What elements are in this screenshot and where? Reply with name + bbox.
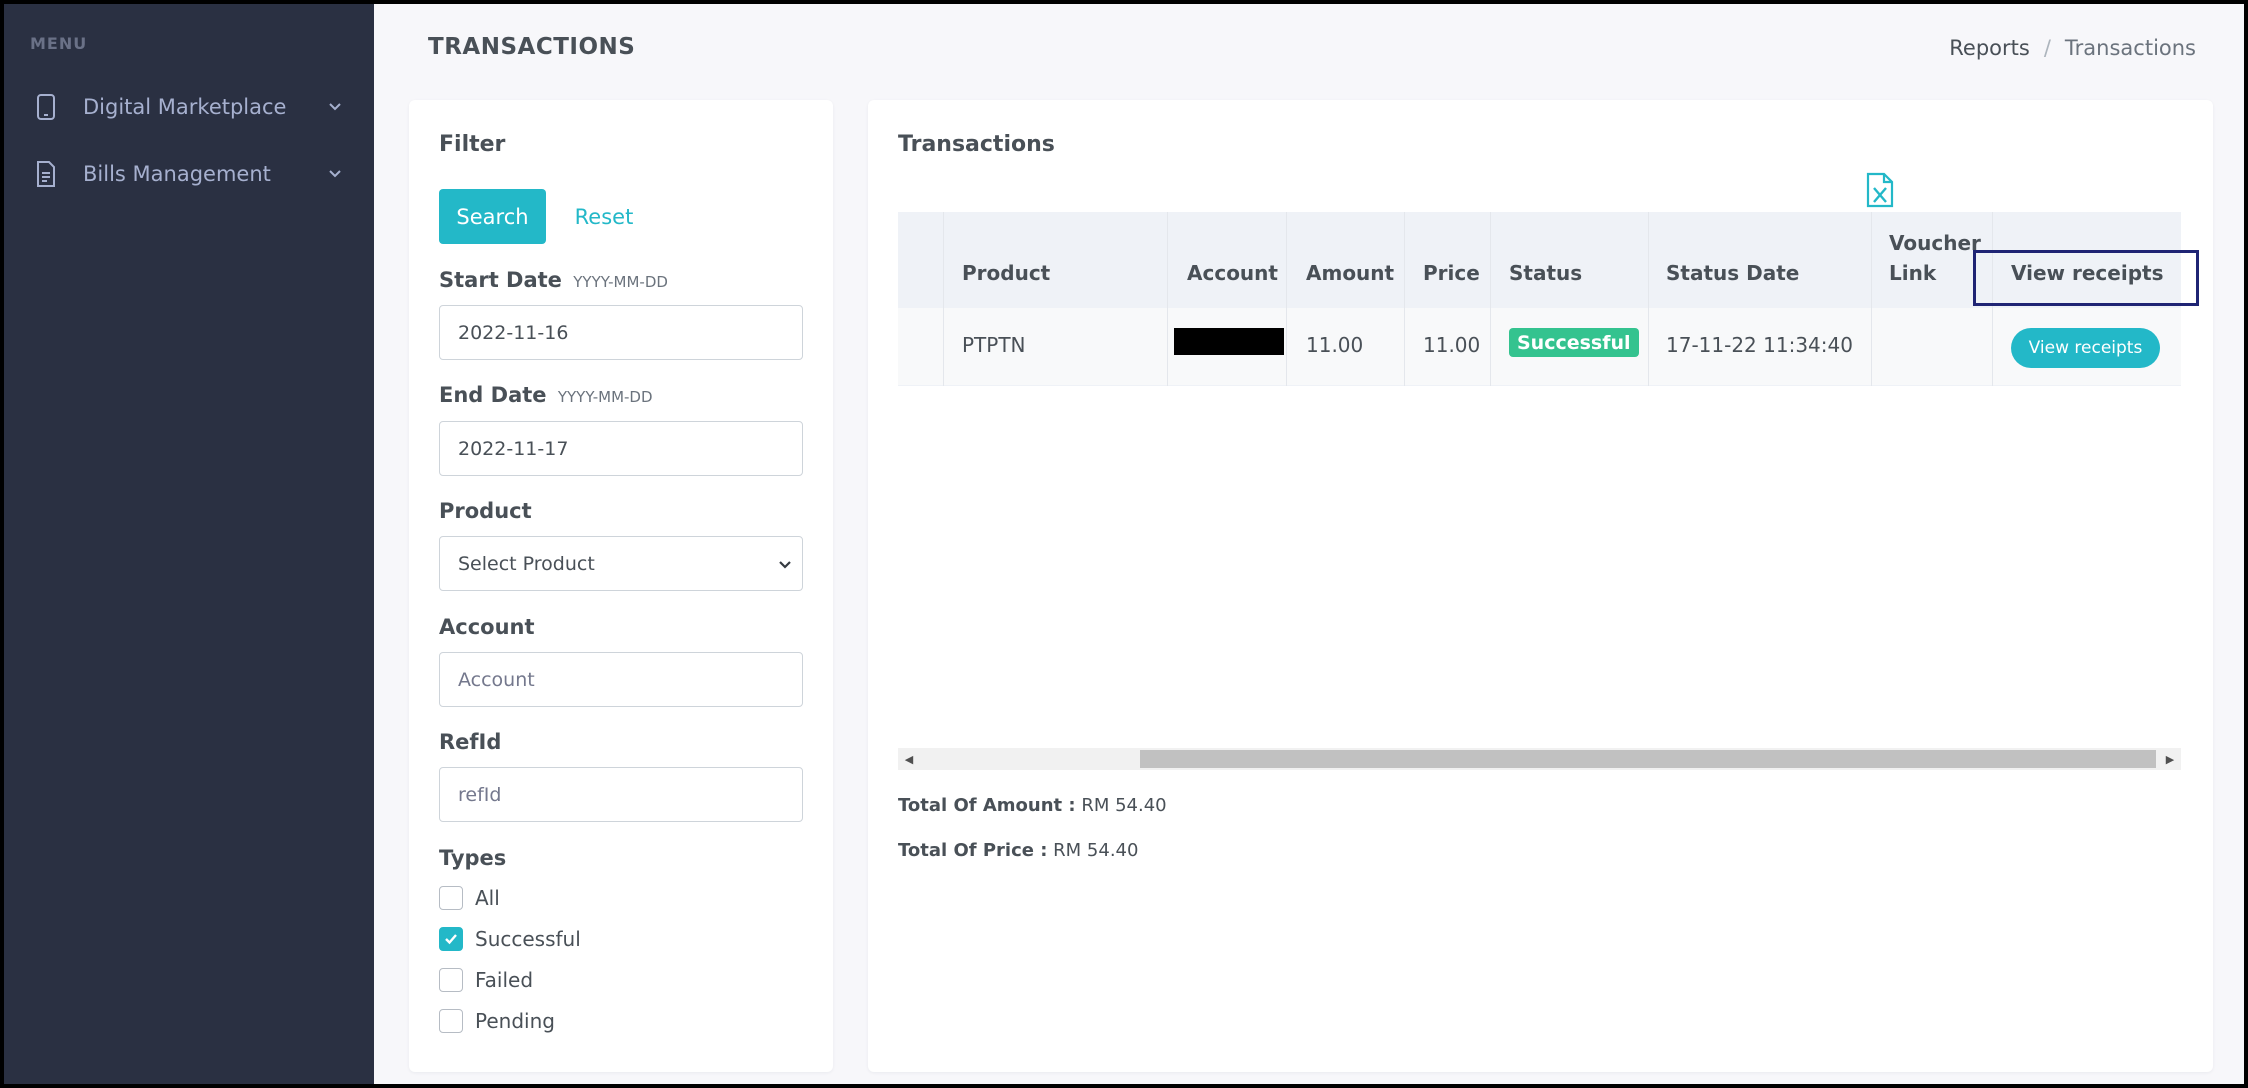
refid-label: RefId: [439, 730, 502, 754]
status-badge: Successful: [1509, 328, 1639, 357]
breadcrumb: Reports / Transactions: [1949, 36, 2196, 60]
type-option-pending[interactable]: Pending: [439, 1009, 555, 1033]
start-date-label-text: Start Date: [439, 268, 562, 292]
cell-status-date: 17-11-22 11:34:40: [1666, 333, 1853, 357]
table-header: Product Account Amount Price Status Stat…: [898, 212, 2181, 308]
cell-account-redacted: [1174, 328, 1284, 355]
sidebar-item-label: Bills Management: [83, 162, 271, 186]
column-divider: [1167, 212, 1168, 386]
type-option-label: Failed: [475, 968, 534, 992]
column-divider: [1404, 212, 1405, 386]
col-header-account: Account: [1187, 261, 1278, 285]
type-option-all[interactable]: All: [439, 886, 500, 910]
sidebar: MENU Digital Marketplace Bills Managemen…: [0, 0, 374, 1088]
type-option-label: Pending: [475, 1009, 555, 1033]
filter-card: Filter Search Reset Start Date YYYY-MM-D…: [409, 100, 833, 1072]
end-date-label-text: End Date: [439, 383, 547, 407]
product-select-value: Select Product: [458, 552, 595, 575]
horizontal-scrollbar[interactable]: ◀ ▶: [898, 748, 2181, 770]
col-header-voucher-link: Voucher Link: [1889, 231, 1981, 285]
product-label: Product: [439, 499, 532, 523]
type-option-label: All: [475, 886, 500, 910]
sidebar-item-bills-management[interactable]: Bills Management: [28, 150, 348, 198]
end-date-hint: YYYY-MM-DD: [557, 388, 653, 406]
view-receipts-button[interactable]: View receipts: [2011, 328, 2160, 368]
type-option-failed[interactable]: Failed: [439, 968, 533, 992]
checkbox[interactable]: [439, 968, 463, 992]
col-header-status-date: Status Date: [1666, 261, 1800, 285]
checkbox-checked[interactable]: [439, 927, 463, 951]
column-divider: [943, 212, 944, 386]
page-title: TRANSACTIONS: [428, 34, 636, 60]
cell-amount: 11.00: [1306, 333, 1364, 357]
type-option-label: Successful: [475, 927, 581, 951]
col-header-view-receipts: View receipts: [2011, 261, 2164, 285]
start-date-label: Start Date YYYY-MM-DD: [439, 268, 668, 292]
type-option-successful[interactable]: Successful: [439, 927, 581, 951]
breadcrumb-item-transactions: Transactions: [2064, 36, 2196, 60]
sidebar-item-label: Digital Marketplace: [83, 95, 287, 119]
breadcrumb-separator: /: [2043, 36, 2051, 60]
filter-title: Filter: [439, 132, 506, 157]
scrollbar-thumb[interactable]: [1140, 750, 2156, 768]
refid-input[interactable]: [439, 767, 803, 822]
scroll-right-arrow-icon[interactable]: ▶: [2159, 748, 2181, 770]
col-header-product: Product: [962, 261, 1051, 285]
tablet-icon: [28, 89, 64, 125]
table-row: PTPTN 11.00 11.00 Successful 17-11-22 11…: [898, 308, 2181, 386]
chevron-down-icon: [322, 94, 348, 120]
transactions-title: Transactions: [898, 132, 1055, 157]
column-divider: [1648, 212, 1649, 386]
cell-product: PTPTN: [962, 333, 1026, 357]
checkmark-icon: [445, 934, 457, 945]
breadcrumb-item-reports[interactable]: Reports: [1949, 36, 2030, 60]
column-divider: [1871, 212, 1872, 386]
menu-title: MENU: [30, 34, 88, 53]
chevron-down-icon: [778, 553, 792, 575]
total-amount: Total Of Amount : RM 54.40: [898, 795, 1167, 816]
column-divider: [1992, 212, 1993, 386]
reset-button[interactable]: Reset: [559, 189, 649, 244]
end-date-input[interactable]: [439, 421, 803, 476]
sidebar-item-digital-marketplace[interactable]: Digital Marketplace: [28, 83, 348, 131]
column-divider: [1286, 212, 1287, 386]
checkbox[interactable]: [439, 886, 463, 910]
checkbox[interactable]: [439, 1009, 463, 1033]
total-price: Total Of Price : RM 54.40: [898, 840, 1138, 861]
search-button[interactable]: Search: [439, 189, 546, 244]
transactions-card: Transactions Product Account Amount Pric…: [868, 100, 2213, 1072]
total-amount-label: Total Of Amount :: [898, 795, 1076, 816]
start-date-hint: YYYY-MM-DD: [573, 273, 668, 291]
account-label: Account: [439, 615, 535, 639]
total-amount-value: RM 54.40: [1081, 795, 1167, 816]
document-icon: [28, 156, 64, 192]
scroll-left-arrow-icon[interactable]: ◀: [898, 748, 920, 770]
column-divider: [1490, 212, 1491, 386]
col-header-status: Status: [1509, 261, 1583, 285]
start-date-input[interactable]: [439, 305, 803, 360]
total-price-label: Total Of Price :: [898, 840, 1048, 861]
chevron-down-icon: [322, 161, 348, 187]
product-select[interactable]: Select Product: [439, 536, 803, 591]
col-header-price: Price: [1423, 261, 1480, 285]
excel-export-icon[interactable]: [1865, 172, 1895, 208]
account-input[interactable]: [439, 652, 803, 707]
end-date-label: End Date YYYY-MM-DD: [439, 383, 653, 407]
col-header-amount: Amount: [1306, 261, 1395, 285]
cell-price: 11.00: [1423, 333, 1481, 357]
types-label: Types: [439, 846, 507, 870]
total-price-value: RM 54.40: [1053, 840, 1139, 861]
